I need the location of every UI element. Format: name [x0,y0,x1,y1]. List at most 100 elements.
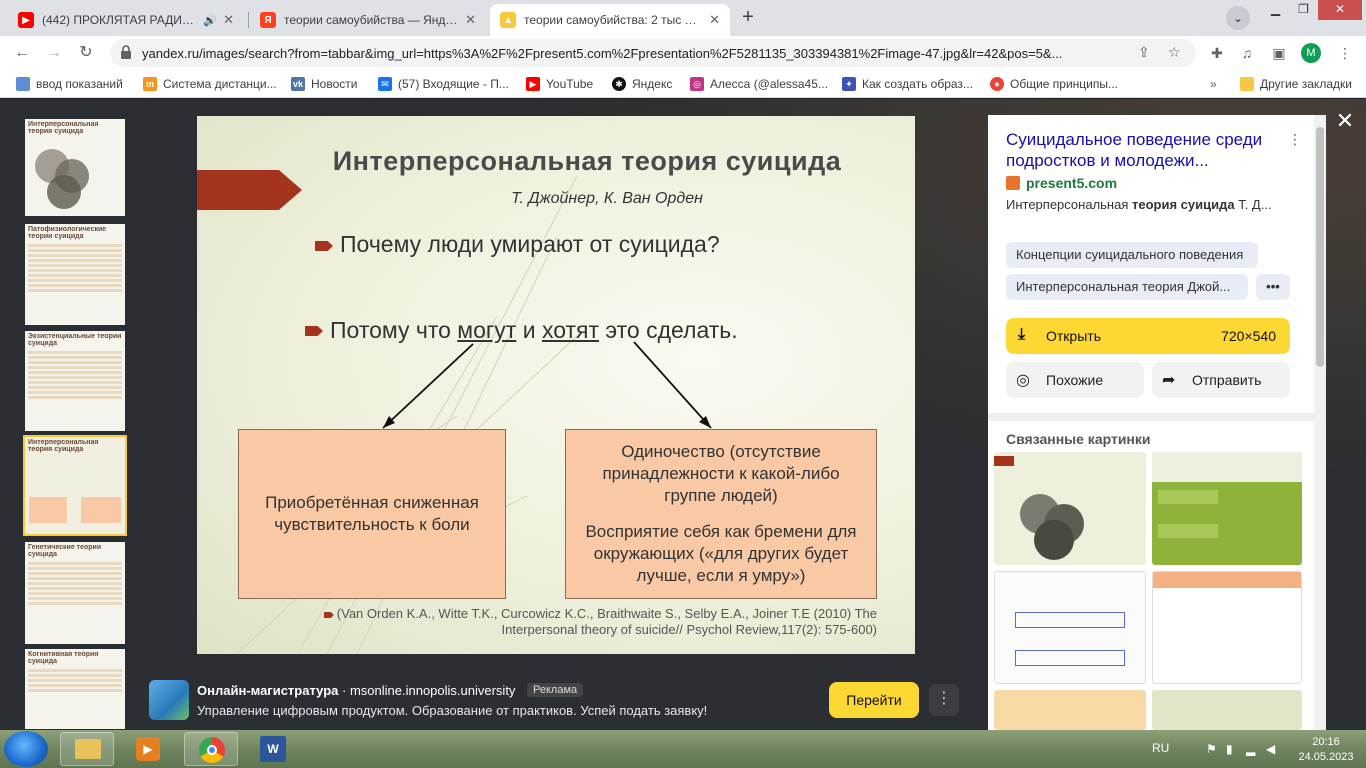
new-tab-button[interactable]: + [736,6,760,30]
slide-thumbnail[interactable]: Экзистенциальные теории суицида [25,331,125,431]
play-icon: ▶ [136,737,160,761]
related-image[interactable] [1152,690,1302,730]
ad-go-button[interactable]: Перейти [829,682,919,718]
more-options-icon[interactable]: ⋮ [1288,131,1302,148]
yandex-icon: Я [260,12,276,28]
bullet-arrow-icon [323,612,334,618]
other-bookmarks[interactable]: Другие закладки [1240,76,1352,92]
slide-thumbnail-selected[interactable]: Интерперсональная теория суицида [23,435,127,536]
start-button[interactable] [4,731,48,767]
yandex-images-icon: ▲ [500,12,516,28]
close-icon[interactable]: ✕ [709,12,720,28]
ad-badge: Реклама [527,683,584,697]
slide-box-right: Одиночество (отсутствие принадлежности к… [565,429,877,599]
network-icon[interactable]: ▮ [1226,742,1233,756]
tab-title: (442) ПРОКЛЯТАЯ РАДИОСТ [42,13,200,27]
extensions-icon[interactable]: ✚ [1206,42,1228,64]
share-arrow-icon: ➦ [1162,372,1176,389]
answer-text: Потому что [330,317,458,343]
reload-button[interactable]: ↻ [74,41,98,65]
chrome-task[interactable] [184,732,238,766]
language-indicator[interactable]: RU [1152,741,1169,755]
divider [988,413,1314,421]
flag-icon[interactable]: ⚑ [1206,742,1217,756]
bookmark-star-icon[interactable]: ☆ [1168,44,1181,61]
related-image[interactable] [994,690,1146,730]
related-image[interactable] [1152,452,1302,565]
lock-icon[interactable] [120,45,132,59]
bookmark-item[interactable]: vk Новости [291,76,357,92]
close-icon[interactable]: ✕ [223,12,234,28]
instagram-icon: ◎ [690,77,704,91]
bookmark-item[interactable]: ввод показаний [16,76,123,92]
bookmark-item[interactable]: ▶ YouTube [526,76,593,92]
tab-strip: ▶ (442) ПРОКЛЯТАЯ РАДИОСТ 🔊 ✕ Я теории с… [0,0,1366,36]
menu-icon[interactable]: ⋮ [1334,42,1356,64]
maximize-button[interactable]: ❐ [1290,0,1317,20]
panel-scrollbar[interactable] [1314,115,1326,730]
close-icon[interactable]: ✕ [465,12,476,28]
desc-bold: теория суицида [1132,197,1235,212]
ad-domain: · msonline.innopolis.university [338,683,516,698]
bookmark-item[interactable]: m Система дистанци... [143,76,277,92]
related-image[interactable] [994,571,1146,684]
related-images-heading: Связанные картинки [1006,431,1151,447]
media-player-task[interactable]: ▶ [122,732,176,766]
bookmark-item[interactable]: ✱ Яндекс [612,76,672,92]
bookmark-item[interactable]: ✦ Как создать образ... [842,76,973,92]
yandex-icon: ✱ [612,77,626,91]
tag-chip[interactable]: Интерперсональная теория Джой... [1006,274,1248,300]
bookmark-item[interactable]: ◎ Алесса (@alessa45... [690,76,828,92]
more-bookmarks-chevron-icon[interactable]: » [1210,76,1217,92]
side-panel-icon[interactable]: ▣ [1268,42,1290,64]
address-bar[interactable]: yandex.ru/images/search?from=tabbar&img_… [110,39,1196,67]
back-button[interactable]: ← [10,41,34,65]
slide-thumbnail[interactable]: Генетические теории суицида [25,542,125,644]
window-close-button[interactable]: ✕ [1318,0,1362,20]
slide-image[interactable]: Интерперсональная теория суицида Т. Джой… [197,116,915,654]
media-icon[interactable]: ♫ [1236,42,1258,64]
forward-button[interactable]: → [42,41,66,65]
ad-more-button[interactable]: ⋮ [929,684,959,716]
bookmark-item[interactable]: ● Общие принципы... [990,76,1118,92]
ad-banner[interactable]: Онлайн-магистратура · msonline.innopolis… [143,672,965,728]
explorer-task[interactable] [60,732,114,766]
minimize-button[interactable]: ▁ [1262,0,1289,20]
close-viewer-icon[interactable]: ✕ [1334,110,1356,132]
related-image[interactable] [994,452,1146,565]
more-tags-button[interactable]: ••• [1256,274,1290,300]
related-image[interactable] [1152,571,1302,684]
profile-avatar[interactable]: M [1301,43,1321,63]
bookmark-item[interactable]: ✉ (57) Входящие - П... [378,76,509,92]
word-task[interactable]: W [246,732,300,766]
slide-authors: Т. Джойнер, К. Ван Орден [511,190,703,207]
bookmark-label: YouTube [546,77,594,91]
slide-thumbnail[interactable]: Патофизиологические теории суицида [25,224,125,325]
source-title-link[interactable]: Суицидальное поведение среди подростков … [1006,129,1276,171]
share-button[interactable]: ➦ Отправить [1152,362,1290,398]
speaker-icon[interactable]: 🔊 [203,14,217,27]
chrome-icon [199,737,225,763]
open-image-button[interactable]: ⤓ Открыть 720×540 [1006,318,1290,354]
tab-youtube[interactable]: ▶ (442) ПРОКЛЯТАЯ РАДИОСТ 🔊 ✕ [8,4,244,36]
image-info-panel: Суицидальное поведение среди подростков … [988,115,1314,730]
similar-button[interactable]: ◎ Похожие [1006,362,1144,398]
folder-icon [75,739,101,759]
tab-search-button[interactable]: ⌄ [1226,6,1250,30]
share-page-icon[interactable]: ⇪ [1138,44,1150,61]
slide-thumbnail[interactable]: Интерперсональная теория суицида [25,119,125,216]
source-site-link[interactable]: present5.com [1006,175,1117,191]
open-label: Открыть [1046,328,1101,344]
page-icon [16,77,30,91]
volume-icon[interactable]: ◀ [1266,742,1275,756]
mail-icon: ✉ [378,77,392,91]
signal-icon[interactable]: ▂ [1246,742,1255,756]
slide-thumbnail-strip: Интерперсональная теория суицида Патофиз… [20,109,130,730]
scrollbar-thumb[interactable] [1316,127,1324,367]
tab-yandex-search[interactable]: Я теории самоубийства — Яндекс ✕ [250,4,486,36]
desc-text: Т. Д... [1234,197,1272,212]
slide-thumbnail[interactable]: Когнитивная теория суицида [25,649,125,729]
tab-yandex-images[interactable]: ▲ теории самоубийства: 2 тыс изо ✕ [490,4,730,36]
clock[interactable]: 20:16 24.05.2023 [1291,735,1361,765]
tag-chip[interactable]: Концепции суицидального поведения [1006,242,1258,268]
